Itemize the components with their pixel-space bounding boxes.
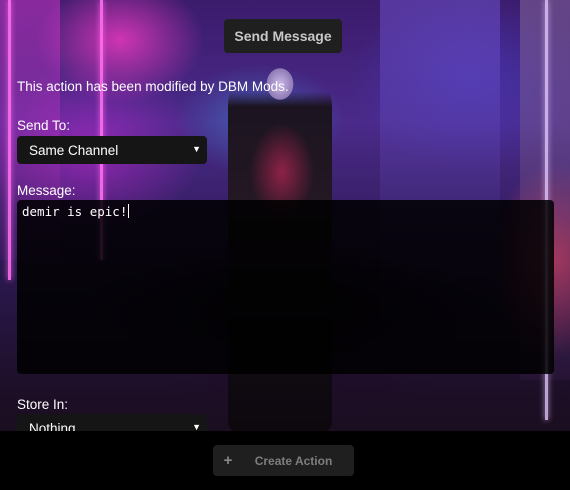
mod-notice: This action has been modified by DBM Mod… — [17, 79, 289, 94]
text-caret — [128, 204, 130, 218]
create-action-label: Create Action — [254, 453, 333, 468]
send-to-label: Send To: — [17, 118, 71, 133]
plus-icon: + — [223, 452, 233, 469]
neon-light — [8, 0, 11, 280]
message-textarea[interactable]: demir is epic! — [17, 200, 554, 374]
message-label: Message: — [17, 183, 76, 198]
dropdown-arrow-icon: ▼ — [192, 422, 201, 431]
store-in-label: Store In: — [17, 397, 69, 412]
create-action-button[interactable]: + Create Action — [213, 445, 354, 476]
store-in-value: Nothing — [29, 420, 76, 432]
send-to-select[interactable]: Same Channel ▼ — [17, 136, 207, 164]
message-text: demir is epic! — [22, 204, 128, 219]
store-in-select-clip: Nothing ▼ — [17, 414, 207, 431]
send-to-value: Same Channel — [29, 142, 119, 158]
dropdown-arrow-icon: ▼ — [192, 144, 201, 154]
send-message-button[interactable]: Send Message — [224, 19, 342, 53]
store-in-select[interactable]: Nothing ▼ — [17, 414, 207, 431]
